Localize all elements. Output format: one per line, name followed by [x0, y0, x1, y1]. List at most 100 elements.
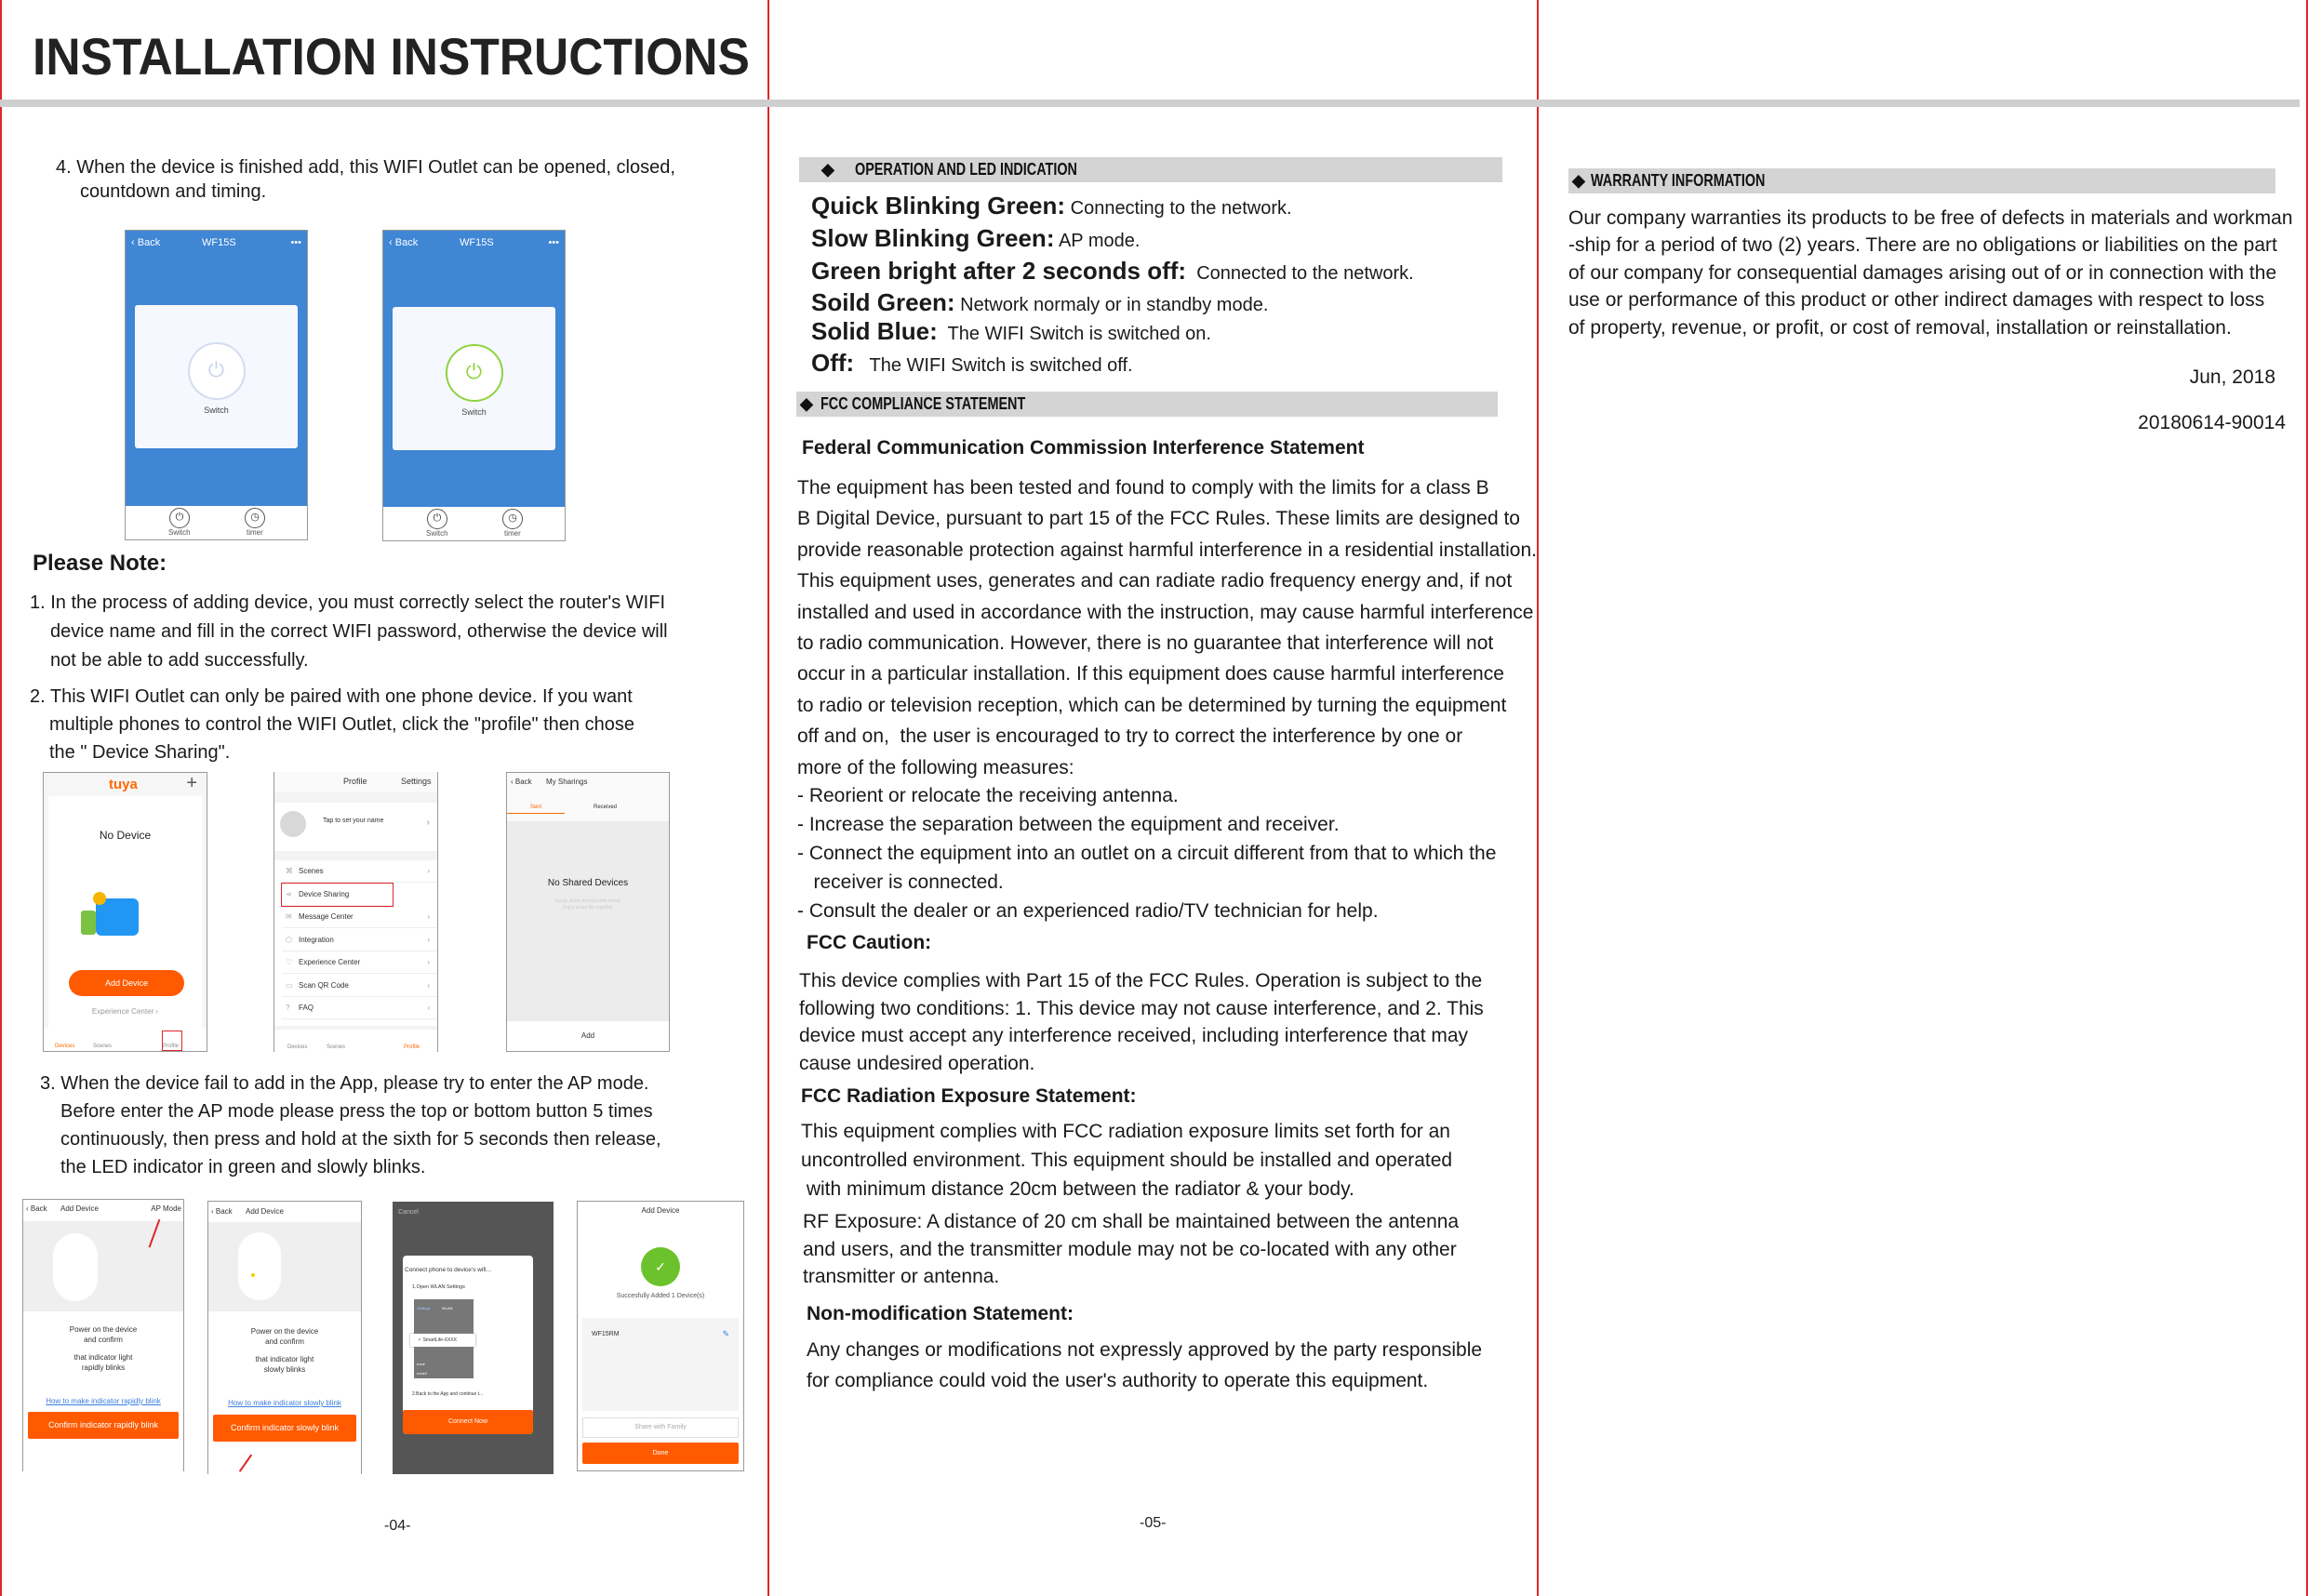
done-button[interactable]: Done — [582, 1443, 739, 1464]
menu-label: Scenes — [299, 867, 324, 875]
chevron-right-icon: › — [427, 980, 430, 990]
connect-now-button[interactable]: Connect Now — [403, 1410, 533, 1434]
profile-menu-item[interactable]: ⬡ Integration › — [282, 929, 437, 951]
chevron-right-icon: › — [427, 1004, 430, 1012]
back-button[interactable]: ‹ Back — [211, 1207, 233, 1216]
led-item: Soild Green: Network normaly or in stand… — [811, 288, 1269, 316]
confirm-slow-blink-button[interactable]: Confirm indicator slowly blink — [213, 1415, 356, 1442]
section-header-operation: ◆ OPERATION AND LED INDICATION — [799, 157, 1502, 182]
tab-switch[interactable]: Switch — [168, 528, 191, 537]
wifi-success-icon: ✓ — [641, 1247, 680, 1286]
text-line: to radio or television reception, which … — [797, 694, 1507, 716]
text-line: the LED indicator in green and slowly bl… — [60, 1157, 426, 1177]
text-line: This device complies with Part 15 of the… — [799, 970, 1483, 991]
tab-timer[interactable]: timer — [247, 528, 263, 537]
tab-devices[interactable]: Devices — [55, 1044, 74, 1049]
back-button[interactable]: ‹ Back — [389, 237, 418, 248]
more-menu-icon[interactable]: ••• — [290, 237, 301, 248]
profile-menu-item[interactable]: ? FAQ › — [282, 997, 437, 1019]
cancel-button[interactable]: Cancel — [398, 1209, 419, 1216]
annotation-arrow — [238, 1454, 252, 1472]
text-line: the " Device Sharing". — [49, 742, 231, 763]
add-button[interactable]: Add — [507, 1021, 669, 1051]
menu-label: Device Sharing — [299, 889, 350, 898]
power-button[interactable]: ⏻ — [187, 342, 246, 400]
tab-scenes[interactable]: Scenes — [93, 1044, 112, 1049]
tab-scenes[interactable]: Scenes — [327, 1044, 345, 1050]
profile-menu-item[interactable]: ✉ Message Center › — [282, 906, 437, 928]
fcc-caution-heading: FCC Caution: — [807, 932, 932, 953]
profile-menu-item[interactable]: ▭ Scan QR Code › — [282, 975, 437, 997]
led-item: Quick Blinking Green: Connecting to the … — [811, 192, 1292, 219]
power-icon[interactable]: ⏻ — [169, 508, 190, 528]
text-line: and confirm — [265, 1337, 304, 1346]
menu-label: Scan QR Code — [299, 980, 349, 990]
text-line: device name and fill in the correct WIFI… — [50, 621, 668, 642]
text-line: off and on, the user is encouraged to tr… — [797, 725, 1463, 748]
fcc-heading: Federal Communication Commission Interfe… — [802, 437, 1365, 459]
add-plus-button[interactable]: + — [186, 773, 197, 794]
settings-button[interactable]: Settings — [401, 777, 432, 786]
led-item: Solid Blue: The WIFI Switch is switched … — [811, 317, 1211, 345]
menu-label: FAQ — [299, 1004, 314, 1012]
profile-menu-item[interactable]: ⋖ Device Sharing — [281, 882, 394, 907]
note-1: 1. In the process of adding device, you … — [30, 589, 668, 675]
app-screen-add-device: ‹ Back Add Device Power on the device and … — [207, 1201, 362, 1474]
screen-title: My Sharings — [546, 778, 588, 786]
tab-sent[interactable]: Sent — [507, 805, 565, 814]
profile-menu-item[interactable]: ♡ Experience Center › — [282, 951, 437, 974]
radiation-heading: FCC Radiation Exposure Statement: — [801, 1085, 1137, 1107]
profile-menu-item[interactable]: ⌘ Scenes › — [282, 860, 437, 883]
text-line: and confirm — [84, 1336, 123, 1344]
tab-timer[interactable]: timer — [504, 529, 521, 538]
text-line: 4. When the device is finished add, this… — [56, 157, 675, 178]
profile-name-row[interactable]: Tap to set your name › — [274, 803, 437, 851]
tab-profile[interactable]: Profile — [404, 1044, 420, 1050]
fcc-measures: - Reorient or relocate the receiving ant… — [797, 781, 1496, 925]
text-line: installed and used in accordance with th… — [797, 601, 1534, 623]
add-device-button[interactable]: Add Device — [69, 970, 184, 996]
timer-icon[interactable]: ◷ — [502, 509, 523, 529]
connect-dialog: Connect phone to device's wifi... 1.Open… — [403, 1256, 533, 1434]
text-line: rapidly blinks — [81, 1363, 126, 1372]
app-screen-switch-on: ‹ Back WF15S ••• ⏻ Switch ⏻ Switch ◷ timer — [382, 230, 566, 541]
help-link[interactable]: How to make indicator rapidly blink — [23, 1397, 183, 1405]
wifi-network-row[interactable]: ✓ SmartLife-XXXX — [410, 1334, 475, 1347]
app-screen-added: Add Device ✓ Succesfully Added 1 Device(… — [577, 1201, 744, 1471]
tab-profile-highlighted[interactable]: Profile — [162, 1031, 182, 1051]
tab-switch[interactable]: Switch — [426, 529, 448, 538]
share-with-family-button[interactable]: Share with Family — [582, 1417, 739, 1438]
app-screen-my-sharings: ‹ Back My Sharings Sent Received No Shar… — [506, 772, 670, 1052]
power-button-on[interactable]: ⏻ — [445, 344, 503, 402]
text-line: Any changes or modifications not express… — [807, 1339, 1483, 1361]
more-menu-icon[interactable]: ••• — [548, 237, 559, 248]
text-line: This equipment complies with FCC radiati… — [801, 1121, 1450, 1142]
led-item: Slow Blinking Green: AP mode. — [811, 224, 1141, 252]
back-button[interactable]: ‹ Back — [26, 1204, 47, 1213]
switch-label: Switch — [204, 406, 229, 415]
tab-received[interactable]: Received — [594, 805, 617, 810]
diamond-icon: ◆ — [821, 160, 834, 179]
non-modification-text: Any changes or modifications not express… — [807, 1335, 1482, 1396]
tab-devices[interactable]: Devices — [287, 1044, 307, 1050]
power-icon[interactable]: ⏻ — [427, 509, 447, 529]
profile-title: Profile — [343, 777, 367, 786]
menu-icon: ? — [286, 1004, 290, 1012]
back-button[interactable]: ‹ Back — [511, 778, 532, 786]
device-title: WF15S — [202, 237, 236, 248]
edit-icon[interactable]: ✎ — [722, 1329, 729, 1339]
text-line: with minimum distance 20cm between the r… — [801, 1178, 1354, 1200]
timer-icon[interactable]: ◷ — [245, 508, 265, 528]
screen-title: Add Device — [246, 1207, 284, 1216]
device-name: WF15RM — [592, 1331, 620, 1337]
page-divider-1 — [767, 0, 769, 1596]
confirm-rapid-blink-button[interactable]: Confirm indicator rapidly blink — [28, 1412, 179, 1439]
text-line: - Reorient or relocate the receiving ant… — [797, 785, 1179, 806]
text-line: use or performance of this product or ot… — [1568, 289, 2265, 312]
back-button[interactable]: ‹ Back — [131, 237, 160, 248]
help-link[interactable]: How to make indicator slowly blink — [208, 1399, 361, 1407]
ap-mode-button[interactable]: AP Mode — [151, 1204, 181, 1213]
experience-center-link[interactable]: Experience Center › — [44, 1007, 207, 1016]
text-line: Our company warranties its products to b… — [1568, 207, 2293, 229]
text-line: The equipment has been tested and found … — [797, 477, 1489, 499]
